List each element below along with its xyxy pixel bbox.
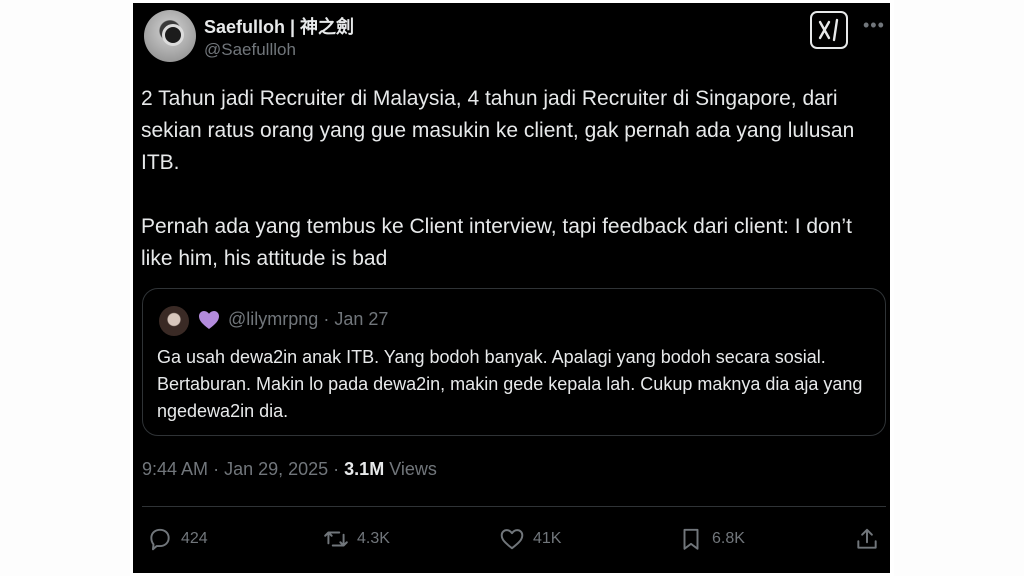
reply-icon (150, 528, 170, 551)
meta-separator: · (323, 309, 335, 329)
author-name[interactable]: Saefulloh | 神之劍 (204, 13, 354, 39)
author-handle[interactable]: @Saefullloh (204, 40, 296, 60)
divider (142, 506, 886, 507)
quoted-text: Ga usah dewa2in anak ITB. Yang bodoh ban… (157, 347, 863, 421)
bookmark-button[interactable]: 6.8K (678, 524, 745, 554)
avatar-camera-lens (162, 24, 184, 46)
purple-heart-icon (199, 311, 219, 329)
share-icon (857, 528, 877, 549)
author-avatar[interactable] (144, 10, 196, 62)
quoted-date[interactable]: Jan 27 (334, 309, 388, 329)
reply-count: 424 (181, 530, 208, 547)
quoted-author-avatar (159, 306, 189, 336)
repost-icon (324, 531, 348, 547)
like-button[interactable]: 41K (499, 524, 561, 554)
repost-button[interactable]: 4.3K (323, 524, 390, 554)
more-icon[interactable]: ••• (863, 15, 885, 36)
grok-icon[interactable] (810, 11, 848, 49)
meta-separator: · (213, 459, 225, 479)
bookmark-icon (683, 528, 699, 550)
like-count: 41K (533, 530, 562, 547)
tweet-card[interactable]: Saefulloh | 神之劍 @Saefullloh ••• 2 Tahun … (133, 3, 890, 573)
quoted-handle[interactable]: @lilymrpng (228, 309, 318, 329)
tweet-text: 2 Tahun jadi Recruiter di Malaysia, 4 ta… (141, 83, 881, 275)
quoted-tweet[interactable]: @lilymrpng · Jan 27 Ga usah dewa2in anak… (142, 288, 886, 436)
heart-icon (500, 529, 524, 550)
views-count: 3.1M (344, 459, 385, 479)
tweet-time[interactable]: 9:44 AM (142, 459, 208, 479)
meta-separator: · (333, 459, 345, 479)
tweet-timestamp: 9:44 AM · Jan 29, 2025 · 3.1M Views (142, 459, 437, 480)
quoted-meta: @lilymrpng · Jan 27 (228, 309, 388, 330)
reply-button[interactable]: 424 (147, 524, 208, 554)
repost-count: 4.3K (357, 530, 390, 547)
bookmark-count: 6.8K (712, 530, 745, 547)
views-label: Views (389, 459, 437, 479)
tweet-paragraph: 2 Tahun jadi Recruiter di Malaysia, 4 ta… (141, 87, 855, 174)
share-button[interactable] (854, 524, 888, 554)
tweet-date[interactable]: Jan 29, 2025 (224, 459, 328, 479)
tweet-paragraph: Pernah ada yang tembus ke Client intervi… (141, 215, 852, 270)
